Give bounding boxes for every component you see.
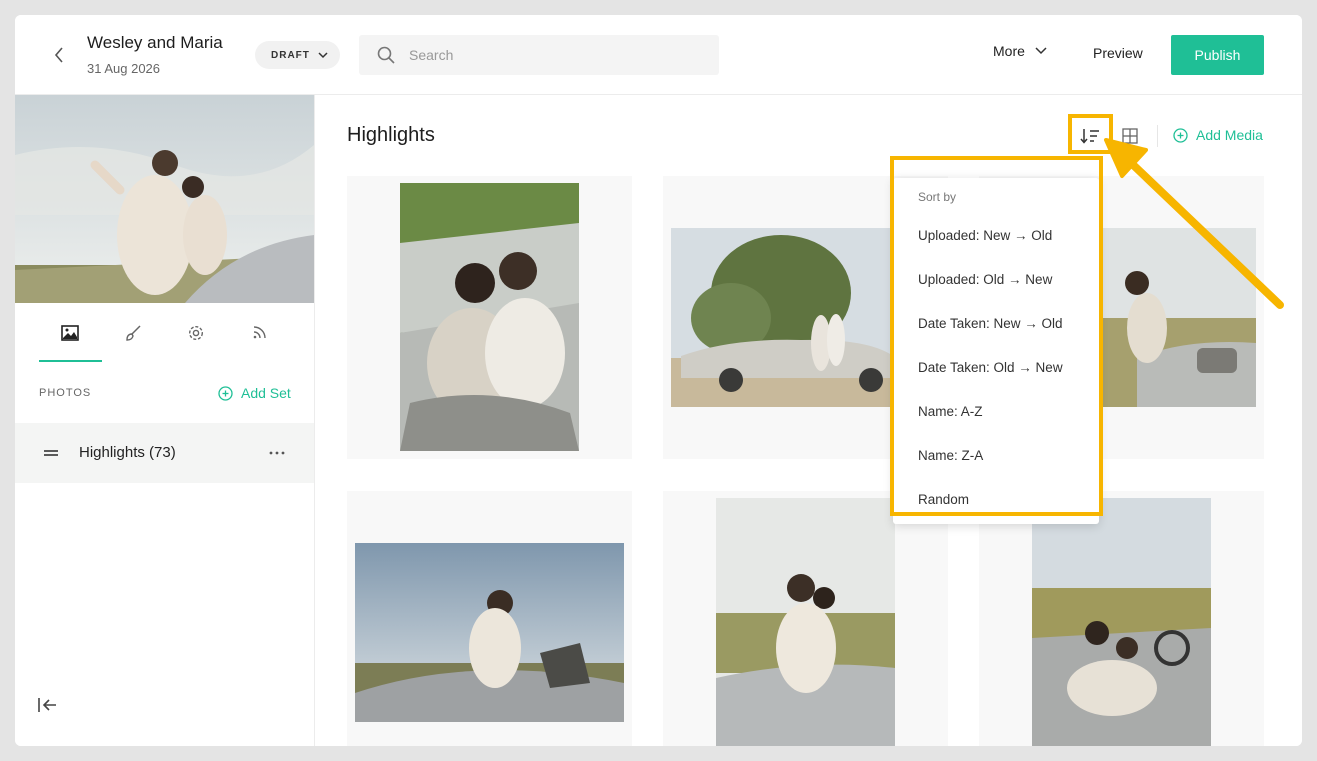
annotation-arrow bbox=[1104, 138, 1284, 309]
